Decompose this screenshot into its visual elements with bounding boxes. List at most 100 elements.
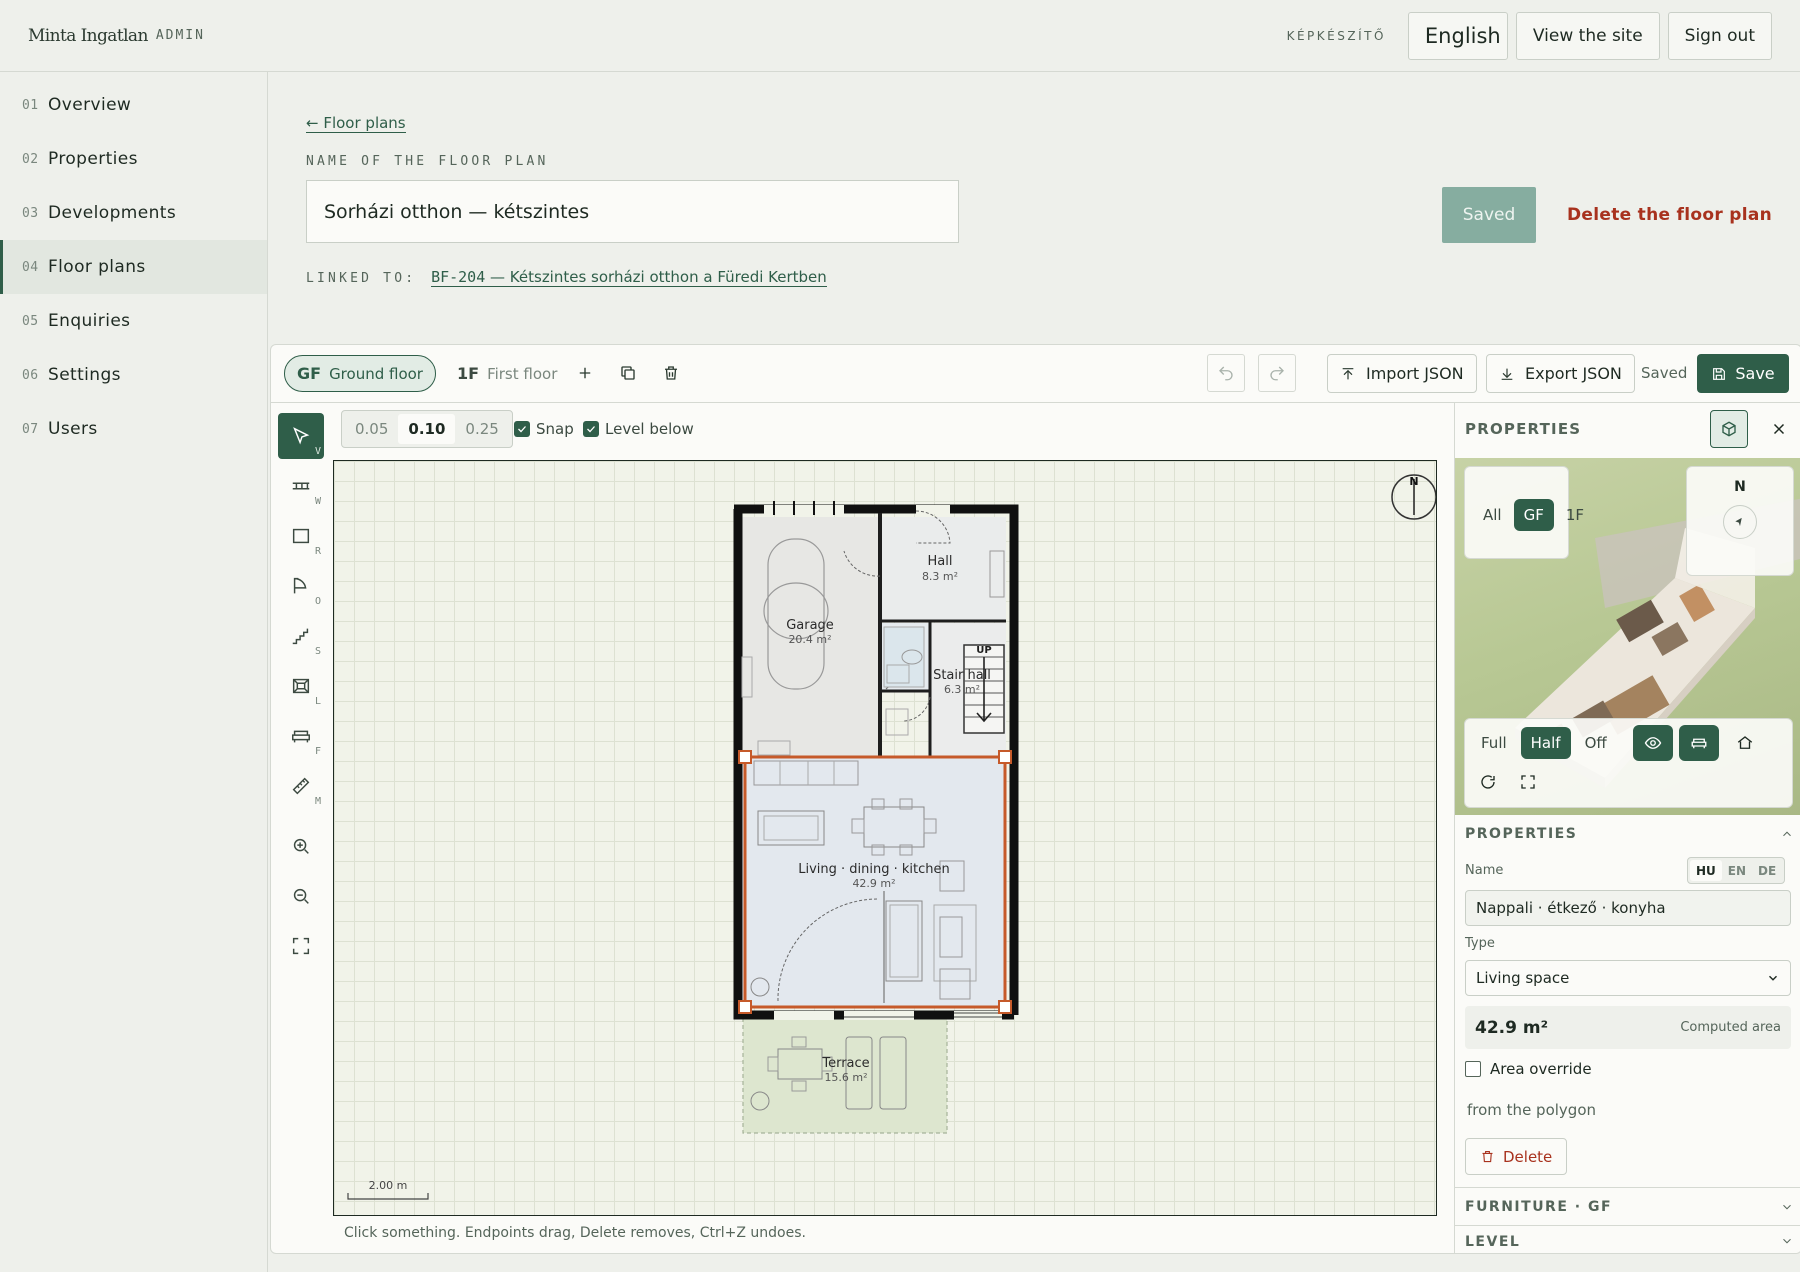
tool-key: F (314, 746, 321, 757)
door-icon (293, 577, 307, 594)
area-override-label: Area override (1490, 1060, 1592, 1078)
linked-code: BF-204 (431, 268, 486, 286)
selection-handle (998, 1000, 1012, 1014)
saved-button[interactable]: Saved (1442, 187, 1536, 243)
wall-mode-half[interactable]: Half (1520, 727, 1571, 759)
preview-floor-selector: All GF 1F (1464, 466, 1584, 559)
export-json-button[interactable]: Export JSON (1486, 354, 1635, 393)
sidebar-item-properties[interactable]: 02 Properties (0, 132, 267, 186)
properties-panel: PROPERTIES All GF 1F N Full Half Off PRO… (1454, 403, 1800, 1253)
grid-size-option-active[interactable]: 0.10 (398, 414, 456, 444)
zoom-in-button[interactable] (278, 823, 324, 869)
window-tool-button[interactable]: L (278, 663, 324, 709)
hall-room (880, 517, 1006, 621)
sidebar-item-floor-plans[interactable]: 04 Floor plans (0, 240, 267, 294)
linked-to: LINKED TO: BF-204 — Kétszintes sorházi o… (306, 268, 827, 287)
sidebar-item-enquiries[interactable]: 05 Enquiries (0, 294, 267, 348)
fit-view-button[interactable] (278, 923, 324, 969)
furniture-section-header[interactable]: FURNITURE · GF (1455, 1187, 1800, 1225)
furniture-tool-button[interactable]: F (278, 713, 324, 759)
export-json-label: Export JSON (1525, 364, 1622, 383)
stairs-tool-button[interactable]: S (278, 613, 324, 659)
sidebar: 01 Overview 02 Properties 03 Developments 0… (0, 72, 268, 1272)
window-gap (954, 1011, 1002, 1020)
room-label-garage: Garage (786, 618, 834, 633)
sign-out-button[interactable]: Sign out (1667, 11, 1772, 60)
preview-floor-all[interactable]: All (1473, 499, 1512, 531)
area-override-checkbox[interactable]: Area override (1465, 1060, 1592, 1078)
zoom-in-icon (293, 838, 309, 854)
room-type-value: Living space (1476, 969, 1570, 987)
import-json-button[interactable]: Import JSON (1327, 354, 1477, 393)
toggle-roof-button[interactable] (1725, 725, 1765, 761)
language-value: English (1424, 23, 1501, 48)
room-type-select[interactable]: Living space (1465, 960, 1791, 996)
house-icon (1737, 736, 1753, 749)
tool-key: R (314, 546, 321, 557)
canvas-options: 0.05 0.10 0.25 Snap Level below (331, 403, 1341, 455)
back-to-floor-plans-link[interactable]: ← Floor plans (306, 114, 406, 133)
language-select[interactable]: English (1407, 11, 1508, 60)
saved-status: Saved (1641, 364, 1688, 382)
select-tool-button[interactable]: V (278, 413, 324, 459)
delete-room-button[interactable]: Delete (1465, 1138, 1568, 1175)
delete-room-label: Delete (1503, 1147, 1553, 1166)
close-panel-button[interactable] (1765, 415, 1793, 443)
door-tool-button[interactable]: O (278, 563, 324, 609)
reset-view-button[interactable] (1473, 767, 1503, 797)
floor-tab-first[interactable]: 1F First floor (457, 355, 557, 392)
level-section-header[interactable]: LEVEL (1455, 1225, 1800, 1253)
tool-key: L (314, 696, 321, 707)
measure-tool-button[interactable]: M (278, 763, 324, 809)
snap-checkbox[interactable]: Snap (514, 420, 574, 438)
floor-tab-ground[interactable]: GF Ground floor (284, 355, 436, 392)
sidebar-item-users[interactable]: 07 Users (0, 402, 267, 456)
sidebar-item-developments[interactable]: 03 Developments (0, 186, 267, 240)
preview-controls: Full Half Off (1464, 718, 1793, 808)
preview-floor-1f[interactable]: 1F (1556, 499, 1594, 531)
undo-button[interactable] (1207, 354, 1245, 392)
grid-size-option[interactable]: 0.05 (345, 414, 398, 444)
nav-num: 02 (22, 151, 39, 167)
redo-button[interactable] (1258, 354, 1296, 392)
nav-num: 06 (22, 367, 39, 383)
grid-size-option[interactable]: 0.25 (455, 414, 508, 444)
floor-plan-name-input[interactable]: Sorházi otthon — kétszintes (306, 180, 959, 243)
linked-property-link[interactable]: BF-204 — Kétszintes sorházi otthon a Für… (431, 268, 827, 287)
view-site-button[interactable]: View the site (1515, 11, 1660, 60)
floor-label: Ground floor (329, 364, 423, 383)
sidebar-item-overview[interactable]: 01 Overview (0, 78, 267, 132)
lang-tab-en[interactable]: EN (1722, 860, 1752, 881)
save-icon (1713, 367, 1726, 380)
scale-label: 2.00 m (369, 1179, 408, 1192)
room-tool-button[interactable]: R (278, 513, 324, 559)
wall-tool-button[interactable]: W (278, 463, 324, 509)
delete-floor-plan-button[interactable]: Delete the floor plan (1567, 205, 1772, 225)
toggle-furniture-button[interactable] (1679, 725, 1719, 761)
toggle-visibility-button[interactable] (1633, 725, 1673, 761)
wall-mode-off[interactable]: Off (1575, 727, 1617, 759)
checkbox-checked-icon (583, 421, 599, 437)
wall-mode-full[interactable]: Full (1471, 727, 1517, 759)
3d-view-toggle[interactable] (1710, 410, 1748, 448)
zoom-out-button[interactable] (278, 873, 324, 919)
level-below-checkbox[interactable]: Level below (583, 420, 694, 438)
add-floor-button[interactable] (567, 355, 603, 391)
properties-section-header[interactable]: PROPERTIES (1455, 815, 1800, 853)
preview-floor-gf[interactable]: GF (1513, 499, 1554, 531)
preview-compass[interactable]: N (1686, 466, 1794, 576)
brand-sub: ADMIN (155, 28, 205, 43)
delete-floor-button[interactable] (653, 355, 689, 391)
room-label-living: Living · dining · kitchen (798, 862, 950, 877)
brand-logo[interactable]: Minta Ingatlan (28, 26, 148, 46)
lang-tab-de[interactable]: DE (1752, 860, 1782, 881)
duplicate-floor-button[interactable] (610, 355, 646, 391)
refresh-icon (1481, 775, 1495, 789)
save-button[interactable]: Save (1697, 354, 1789, 393)
sidebar-item-settings[interactable]: 06 Settings (0, 348, 267, 402)
lang-tab-hu[interactable]: HU (1690, 860, 1722, 881)
room-name-input[interactable]: Nappali · étkező · konyha (1465, 890, 1791, 926)
fullscreen-preview-button[interactable] (1513, 767, 1543, 797)
floor-plan-canvas[interactable]: UP Hall 8.3 m² Garage 20.4 m² Stair hall… (333, 460, 1437, 1216)
3d-preview[interactable]: All GF 1F N Full Half Off (1455, 458, 1800, 815)
